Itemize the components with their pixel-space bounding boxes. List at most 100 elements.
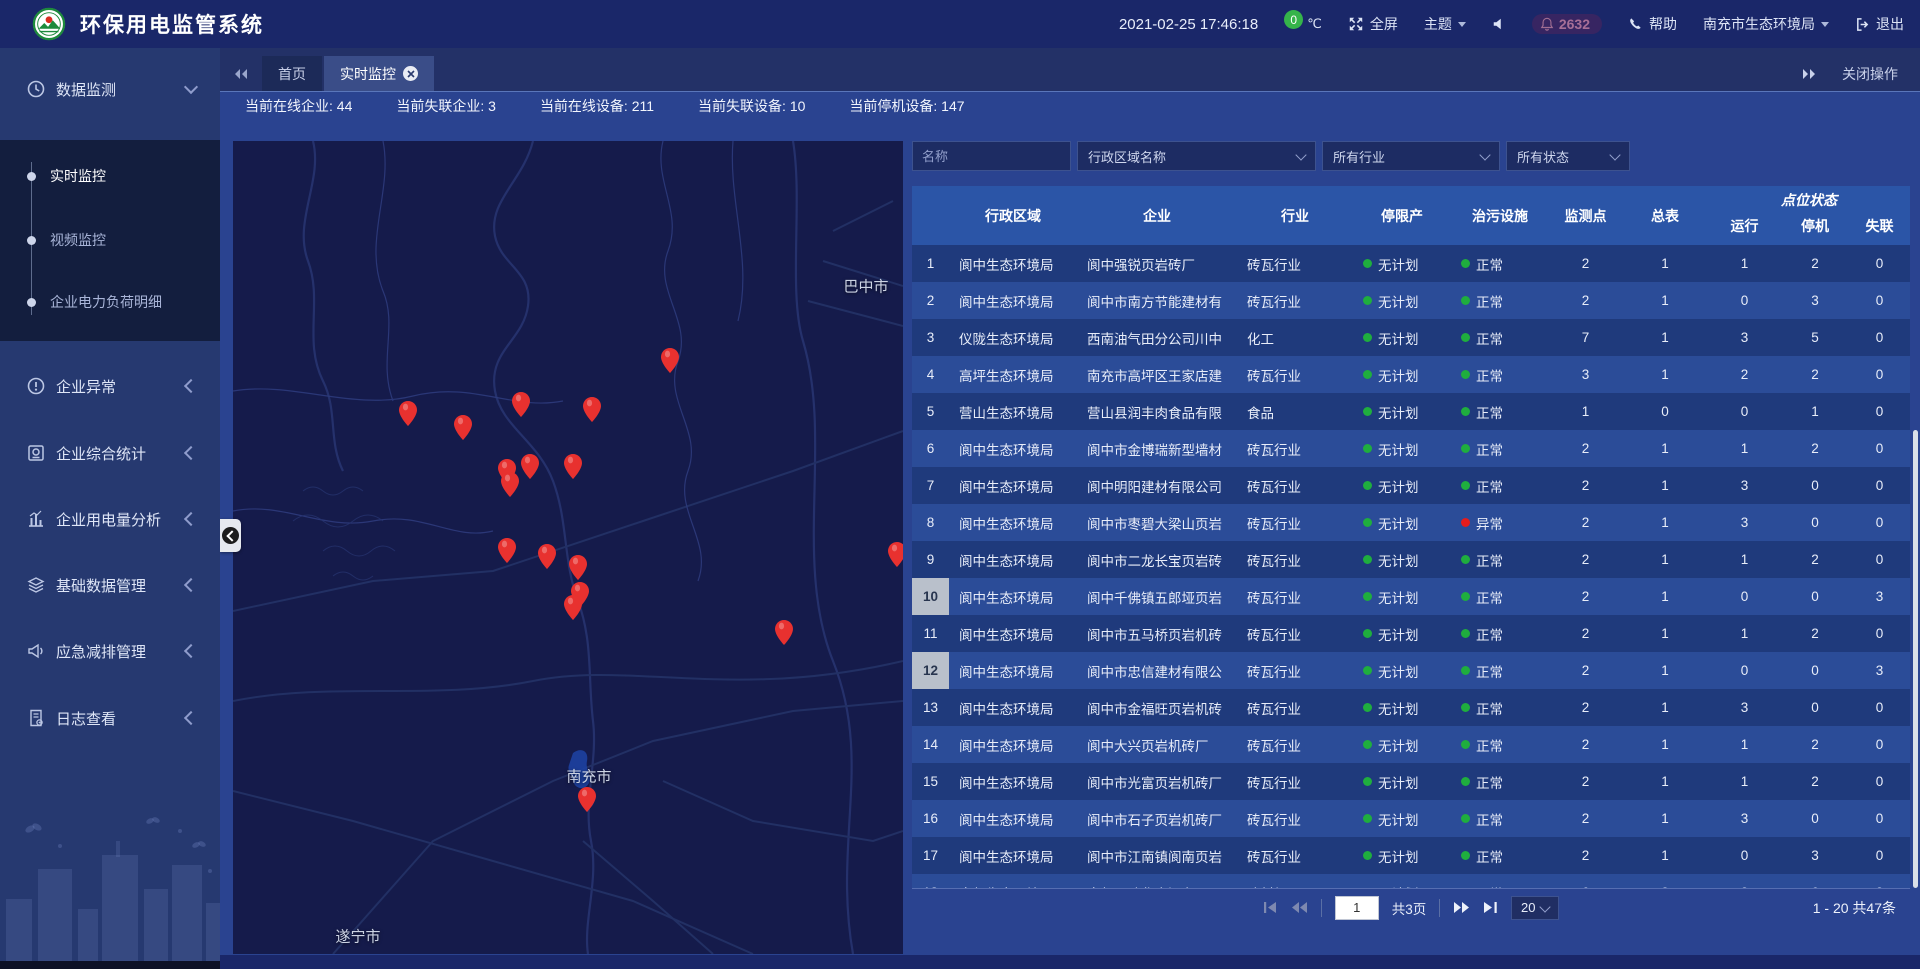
status-dot-green xyxy=(1363,444,1372,453)
cell-suspension: 无计划 xyxy=(1353,430,1451,467)
sidebar-item-label: 企业用电量分析 xyxy=(56,509,186,530)
logout-button[interactable]: 退出 xyxy=(1855,14,1904,34)
map-pin-icon[interactable] xyxy=(564,595,582,620)
cell-index: 17 xyxy=(912,837,949,874)
prev-page-button[interactable] xyxy=(1291,901,1308,914)
fullscreen-button[interactable]: 全屏 xyxy=(1348,14,1398,34)
cell-facility: 正常 xyxy=(1451,800,1549,837)
map-pin-icon[interactable] xyxy=(498,538,516,563)
sidebar-item-enterprise-abnormal[interactable]: 企业异常 xyxy=(0,363,220,409)
temperature-badge: 0 ℃ xyxy=(1284,16,1322,32)
sidebar-item-power-analysis[interactable]: 企业用电量分析 xyxy=(0,496,220,542)
tab-home[interactable]: 首页 xyxy=(262,56,322,91)
sidebar-subitem-1[interactable]: 实时监控 xyxy=(0,161,220,191)
map-pin-icon[interactable] xyxy=(583,397,601,422)
map-pin-icon[interactable] xyxy=(564,454,582,479)
cell-enterprise: 阆中市石子页岩机砖厂 xyxy=(1077,800,1237,837)
table-row[interactable]: 11阆中生态环境局阆中市五马桥页岩机砖砖瓦行业无计划正常21120 xyxy=(912,615,1910,652)
facility-text: 正常 xyxy=(1476,328,1503,348)
name-filter-input[interactable] xyxy=(912,141,1071,171)
table-row[interactable]: 1阆中生态环境局阆中强锐页岩砖厂砖瓦行业无计划正常21120 xyxy=(912,245,1910,282)
table-row[interactable]: 12阆中生态环境局阆中市忠信建材有限公砖瓦行业无计划正常21003 xyxy=(912,652,1910,689)
sidebar-item-log-view[interactable]: 日志查看 xyxy=(0,695,220,741)
tab-close-icon[interactable] xyxy=(403,66,418,81)
facility-text: 正常 xyxy=(1476,587,1503,607)
table-row[interactable]: 9阆中生态环境局阆中市二龙长宝页岩砖砖瓦行业无计划正常21120 xyxy=(912,541,1910,578)
suspension-text: 无计划 xyxy=(1378,624,1419,644)
page-number-input[interactable] xyxy=(1335,896,1379,920)
map-pin-icon[interactable] xyxy=(512,392,530,417)
sound-mute-button[interactable] xyxy=(1492,17,1506,31)
map-pin-icon[interactable] xyxy=(578,787,596,812)
map-panel[interactable]: 巴中市南充市遂宁市 xyxy=(233,141,903,954)
table-row[interactable]: 14阆中生态环境局阆中大兴页岩机砖厂砖瓦行业无计划正常21120 xyxy=(912,726,1910,763)
notifications-button[interactable]: 2632 xyxy=(1532,14,1602,34)
double-chevron-left-icon xyxy=(234,68,248,80)
cell-enterprise: 阆中明阳建材有限公司 xyxy=(1077,467,1237,504)
tabs-scroll-right-button[interactable] xyxy=(1802,56,1816,91)
map-pin-icon[interactable] xyxy=(661,348,679,373)
cell-suspension: 无计划 xyxy=(1353,689,1451,726)
table-row[interactable]: 5营山生态环境局营山县润丰肉食品有限食品无计划正常10010 xyxy=(912,393,1910,430)
cell-region: 阆中生态环境局 xyxy=(949,726,1077,763)
cell-offline: 0 xyxy=(1849,467,1910,504)
cell-shutdown: 2 xyxy=(1781,356,1849,393)
map-pin-icon[interactable] xyxy=(569,555,587,580)
map-pin-icon[interactable] xyxy=(521,454,539,479)
sidebar-item-base-data[interactable]: 基础数据管理 xyxy=(0,562,220,608)
next-page-button[interactable] xyxy=(1453,901,1470,914)
map-pin-icon[interactable] xyxy=(538,544,556,569)
cell-index: 4 xyxy=(912,356,949,393)
table-row[interactable]: 13阆中生态环境局阆中市金福旺页岩机砖砖瓦行业无计划正常21300 xyxy=(912,689,1910,726)
last-page-button[interactable] xyxy=(1483,901,1498,914)
table-row[interactable]: 17阆中生态环境局阆中市江南镇阆南页岩砖瓦行业无计划正常21030 xyxy=(912,837,1910,874)
close-operations-button[interactable]: 关闭操作 xyxy=(1842,64,1898,84)
cell-offline: 3 xyxy=(1849,578,1910,615)
region-filter-select[interactable]: 行政区域名称 xyxy=(1077,141,1316,171)
suspension-text: 无计划 xyxy=(1378,735,1419,755)
table-row[interactable]: 3仪陇生态环境局西南油气田分公司川中化工无计划正常71350 xyxy=(912,319,1910,356)
help-button[interactable]: 帮助 xyxy=(1628,14,1677,34)
table-row[interactable]: 2阆中生态环境局阆中市南方节能建材有砖瓦行业无计划正常21030 xyxy=(912,282,1910,319)
table-row[interactable]: 8阆中生态环境局阆中市枣碧大梁山页岩砖瓦行业无计划异常21300 xyxy=(912,504,1910,541)
status-filter-select[interactable]: 所有状态 xyxy=(1506,141,1630,171)
map-pin-icon[interactable] xyxy=(501,472,519,497)
theme-menu[interactable]: 主题 xyxy=(1424,14,1466,34)
user-menu[interactable]: 南充市生态环境局 xyxy=(1703,14,1829,34)
table-row[interactable]: 10阆中生态环境局阆中千佛镇五郎垭页岩砖瓦行业无计划正常21003 xyxy=(912,578,1910,615)
cell-region: 阆中生态环境局 xyxy=(949,430,1077,467)
sidebar-subitem-3[interactable]: 企业电力负荷明细 xyxy=(0,287,220,317)
map-pin-icon[interactable] xyxy=(454,415,472,440)
industry-filter-select[interactable]: 所有行业 xyxy=(1322,141,1500,171)
sidebar-item-enterprise-statistics[interactable]: 企业综合统计 xyxy=(0,430,220,476)
table-row[interactable]: 18南部生态环境局南部县砖华水泥有限公建材加工无计划正常60060 xyxy=(912,874,1910,888)
sidebar-item-emergency-reduction[interactable]: 应急减排管理 xyxy=(0,628,220,674)
cell-running: 0 xyxy=(1708,393,1781,430)
sidebar-subitem-2[interactable]: 视频监控 xyxy=(0,225,220,255)
table-row[interactable]: 6阆中生态环境局阆中市金博瑞新型墙材砖瓦行业无计划正常21120 xyxy=(912,430,1910,467)
table-row[interactable]: 7阆中生态环境局阆中明阳建材有限公司砖瓦行业无计划正常21300 xyxy=(912,467,1910,504)
status-dot-green xyxy=(1461,740,1470,749)
first-page-button[interactable] xyxy=(1263,901,1278,914)
table-row[interactable]: 4高坪生态环境局南充市高坪区王家店建砖瓦行业无计划正常31220 xyxy=(912,356,1910,393)
page-size-select[interactable]: 20 xyxy=(1511,896,1559,920)
facility-text: 正常 xyxy=(1476,846,1503,866)
cell-index: 2 xyxy=(912,282,949,319)
cell-enterprise: 西南油气田分公司川中 xyxy=(1077,319,1237,356)
map-pin-icon[interactable] xyxy=(888,542,903,567)
status-dot-green xyxy=(1363,740,1372,749)
status-dot-green xyxy=(1363,259,1372,268)
stat-item: 当前停机设备: 147 xyxy=(849,96,964,116)
sidebar-collapse-handle[interactable] xyxy=(220,519,241,552)
col-header-industry: 行业 xyxy=(1237,186,1353,245)
tabs-scroll-left-button[interactable] xyxy=(220,56,262,91)
tab-realtime-monitor[interactable]: 实时监控 xyxy=(324,56,434,91)
table-row[interactable]: 15阆中生态环境局阆中市光富页岩机砖厂砖瓦行业无计划正常21120 xyxy=(912,763,1910,800)
facility-text: 正常 xyxy=(1476,402,1503,422)
table-row[interactable]: 16阆中生态环境局阆中市石子页岩机砖厂砖瓦行业无计划正常21300 xyxy=(912,800,1910,837)
sidebar-item-data-monitoring[interactable]: 数据监测 xyxy=(0,66,220,112)
map-pin-icon[interactable] xyxy=(775,620,793,645)
col-header-monitor: 监测点 xyxy=(1549,186,1622,245)
map-pin-icon[interactable] xyxy=(399,401,417,426)
page-scrollbar-thumb[interactable] xyxy=(1913,430,1918,888)
